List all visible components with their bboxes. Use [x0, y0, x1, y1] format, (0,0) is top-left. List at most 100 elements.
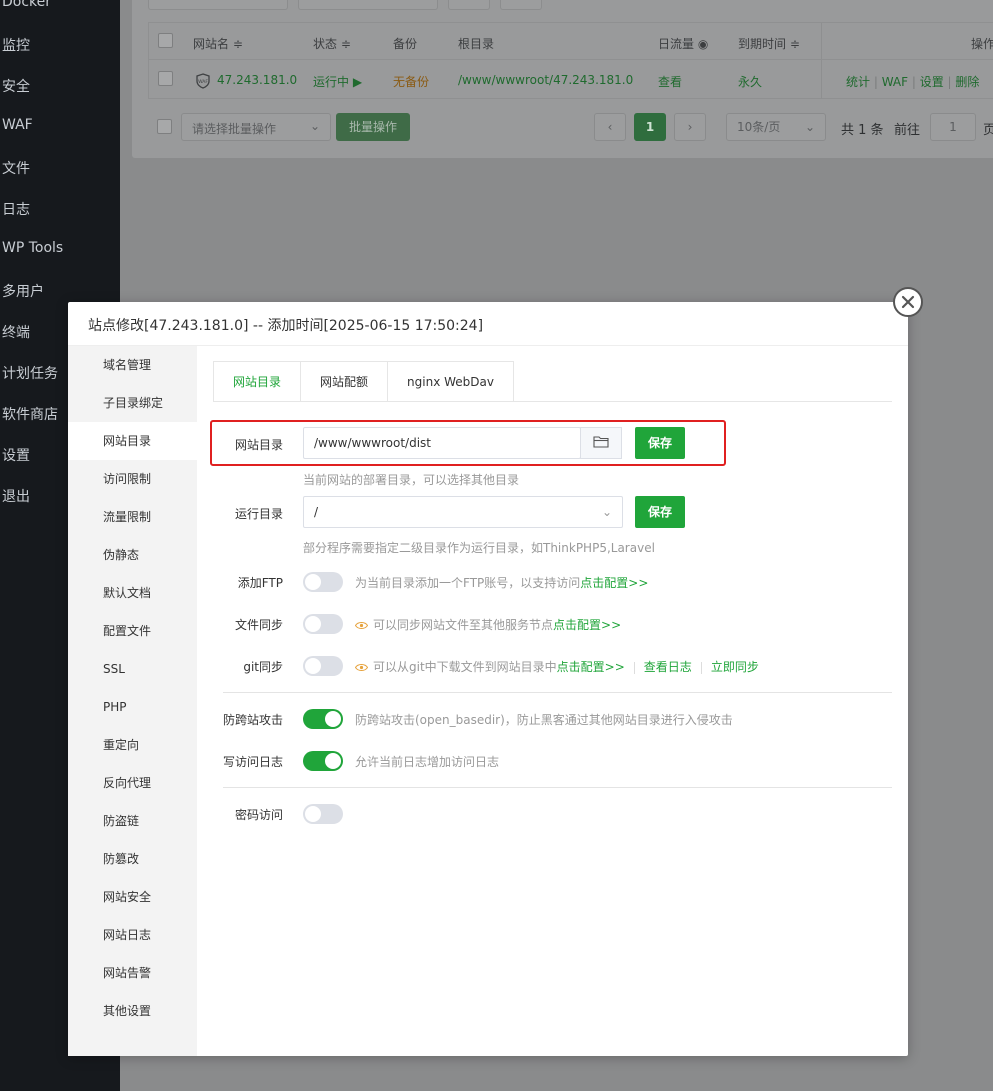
- nav-item-logs[interactable]: 日志: [2, 199, 30, 219]
- close-button[interactable]: [893, 287, 923, 317]
- nav-item-files[interactable]: 文件: [2, 158, 30, 178]
- site-dir-hint: 当前网站的部署目录，可以选择其他目录: [303, 473, 520, 487]
- git-sync-toggle[interactable]: [303, 656, 343, 676]
- sidebar-item-redirect[interactable]: 重定向: [68, 726, 197, 764]
- password-access-toggle[interactable]: [303, 804, 343, 824]
- col-traffic-label: 日流量: [658, 37, 695, 51]
- nav-item-app-store[interactable]: 软件商店: [2, 404, 58, 424]
- ftp-toggle[interactable]: [303, 572, 343, 592]
- bulk-checkbox[interactable]: [157, 119, 172, 134]
- access-log-toggle[interactable]: [303, 751, 343, 771]
- git-view-log-link[interactable]: 查看日志: [644, 660, 692, 674]
- goto-page-input[interactable]: 1: [930, 113, 976, 141]
- nav-item-settings[interactable]: 设置: [2, 445, 30, 465]
- site-backup[interactable]: 无备份: [393, 73, 429, 90]
- sidebar-item-other-settings[interactable]: 其他设置: [68, 992, 197, 1030]
- anti-cross-hint: 防跨站攻击(open_basedir)，防止黑客通过其他网站目录进行入侵攻击: [355, 713, 733, 727]
- waf-shield-icon: WAF: [195, 73, 211, 92]
- op-settings[interactable]: 设置: [920, 75, 944, 89]
- eye-icon[interactable]: ◉: [694, 37, 708, 51]
- site-expire[interactable]: 永久: [738, 73, 762, 90]
- nav-item-multi-user[interactable]: 多用户: [2, 281, 44, 301]
- modal-sidebar: 域名管理 子目录绑定 网站目录 访问限制 流量限制 伪静态 默认文档 配置文件 …: [68, 346, 197, 1056]
- anti-cross-toggle[interactable]: [303, 709, 343, 729]
- sidebar-item-hotlink[interactable]: 防盗链: [68, 802, 197, 840]
- sidebar-item-access-limit[interactable]: 访问限制: [68, 460, 197, 498]
- site-status[interactable]: 运行中 ▶: [313, 73, 362, 90]
- sidebar-item-site-security[interactable]: 网站安全: [68, 878, 197, 916]
- section-divider: [223, 787, 892, 788]
- site-name-link[interactable]: 47.243.181.0: [217, 73, 297, 87]
- refresh-button[interactable]: [448, 0, 490, 10]
- sidebar-item-php[interactable]: PHP: [68, 688, 197, 726]
- sidebar-item-rewrite[interactable]: 伪静态: [68, 536, 197, 574]
- run-dir-select[interactable]: / ⌄: [303, 496, 623, 528]
- ftp-hint-text: 为当前目录添加一个FTP账号，以支持访问: [355, 576, 581, 590]
- op-waf[interactable]: WAF: [882, 75, 908, 89]
- svg-text:WAF: WAF: [198, 79, 208, 85]
- chevron-down-icon: ⌄: [804, 120, 815, 134]
- sidebar-item-tamper-proof[interactable]: 防篡改: [68, 840, 197, 878]
- row-checkbox[interactable]: [158, 71, 173, 86]
- ftp-config-link[interactable]: 点击配置>>: [580, 576, 648, 590]
- site-ops: 统计 | WAF | 设置 | 删除: [846, 75, 980, 89]
- sidebar-item-domains[interactable]: 域名管理: [68, 346, 197, 384]
- settings-button[interactable]: [500, 0, 542, 10]
- file-sync-config-link[interactable]: 点击配置>>: [553, 618, 621, 632]
- col-status[interactable]: 状态 ≑: [313, 35, 351, 52]
- file-sync-hint: 可以同步网站文件至其他服务节点点击配置>>: [354, 616, 621, 633]
- sidebar-item-default-doc[interactable]: 默认文档: [68, 574, 197, 612]
- sidebar-item-site-dir[interactable]: 网站目录: [68, 422, 197, 460]
- nav-item-security[interactable]: 安全: [2, 76, 30, 96]
- prev-page-button[interactable]: ‹: [594, 113, 626, 141]
- category-select[interactable]: [148, 0, 288, 10]
- site-traffic-link[interactable]: 查看: [658, 73, 682, 90]
- nav-item-monitor[interactable]: 监控: [2, 35, 30, 55]
- divider: [633, 661, 635, 674]
- nav-item-wp-tools[interactable]: WP Tools: [2, 240, 63, 256]
- password-access-label: 密码访问: [234, 808, 283, 822]
- tab-nginx-webdav[interactable]: nginx WebDav: [387, 361, 514, 402]
- bulk-action-placeholder: 请选择批量操作: [192, 122, 277, 136]
- select-all-checkbox[interactable]: [158, 33, 173, 48]
- sidebar-item-site-logs[interactable]: 网站日志: [68, 916, 197, 954]
- op-delete[interactable]: 删除: [955, 75, 979, 89]
- nav-item-cron[interactable]: 计划任务: [2, 363, 58, 383]
- col-expire[interactable]: 到期时间 ≑: [738, 35, 800, 52]
- anti-cross-label: 防跨站攻击: [222, 713, 283, 727]
- nav-item-waf[interactable]: WAF: [2, 117, 33, 133]
- highlight-box: [210, 420, 726, 466]
- sidebar-item-reverse-proxy[interactable]: 反向代理: [68, 764, 197, 802]
- page-suffix: 页: [983, 123, 993, 138]
- file-sync-toggle[interactable]: [303, 614, 343, 634]
- chevron-down-icon: ⌄: [309, 119, 320, 133]
- next-page-button[interactable]: ›: [674, 113, 706, 141]
- bulk-action-button[interactable]: 批量操作: [336, 113, 410, 141]
- search-input[interactable]: [298, 0, 438, 10]
- git-sync-now-link[interactable]: 立即同步: [711, 660, 759, 674]
- git-sync-hint-text: 可以从git中下载文件到网站目录中: [373, 660, 557, 674]
- sidebar-item-config-file[interactable]: 配置文件: [68, 612, 197, 650]
- eye-icon: [354, 619, 369, 633]
- sidebar-item-site-alerts[interactable]: 网站告警: [68, 954, 197, 992]
- col-site-name[interactable]: 网站名 ≑: [193, 35, 243, 52]
- tab-site-quota[interactable]: 网站配额: [300, 361, 389, 402]
- sidebar-item-traffic-limit[interactable]: 流量限制: [68, 498, 197, 536]
- nav-item-logout[interactable]: 退出: [2, 486, 30, 506]
- nav-item-terminal[interactable]: 终端: [2, 322, 30, 342]
- total-count: 共 1 条: [841, 123, 884, 138]
- col-backup: 备份: [393, 37, 418, 51]
- page-1-button[interactable]: 1: [634, 113, 666, 141]
- site-root-link[interactable]: /www/wwwroot/47.243.181.0: [458, 73, 633, 87]
- per-page-select[interactable]: 10条/页 ⌄: [726, 113, 826, 141]
- sidebar-item-subdir-binding[interactable]: 子目录绑定: [68, 384, 197, 422]
- tab-divider: [213, 401, 892, 402]
- run-dir-save-button[interactable]: 保存: [635, 496, 685, 528]
- bulk-action-select[interactable]: 请选择批量操作 ⌄: [181, 113, 331, 141]
- sidebar-item-ssl[interactable]: SSL: [68, 650, 197, 688]
- row-divider: [149, 59, 993, 60]
- tab-site-dir[interactable]: 网站目录: [213, 361, 302, 402]
- git-sync-config-link[interactable]: 点击配置>>: [557, 660, 625, 674]
- nav-item-docker[interactable]: Docker: [2, 0, 51, 10]
- op-stats[interactable]: 统计: [846, 75, 870, 89]
